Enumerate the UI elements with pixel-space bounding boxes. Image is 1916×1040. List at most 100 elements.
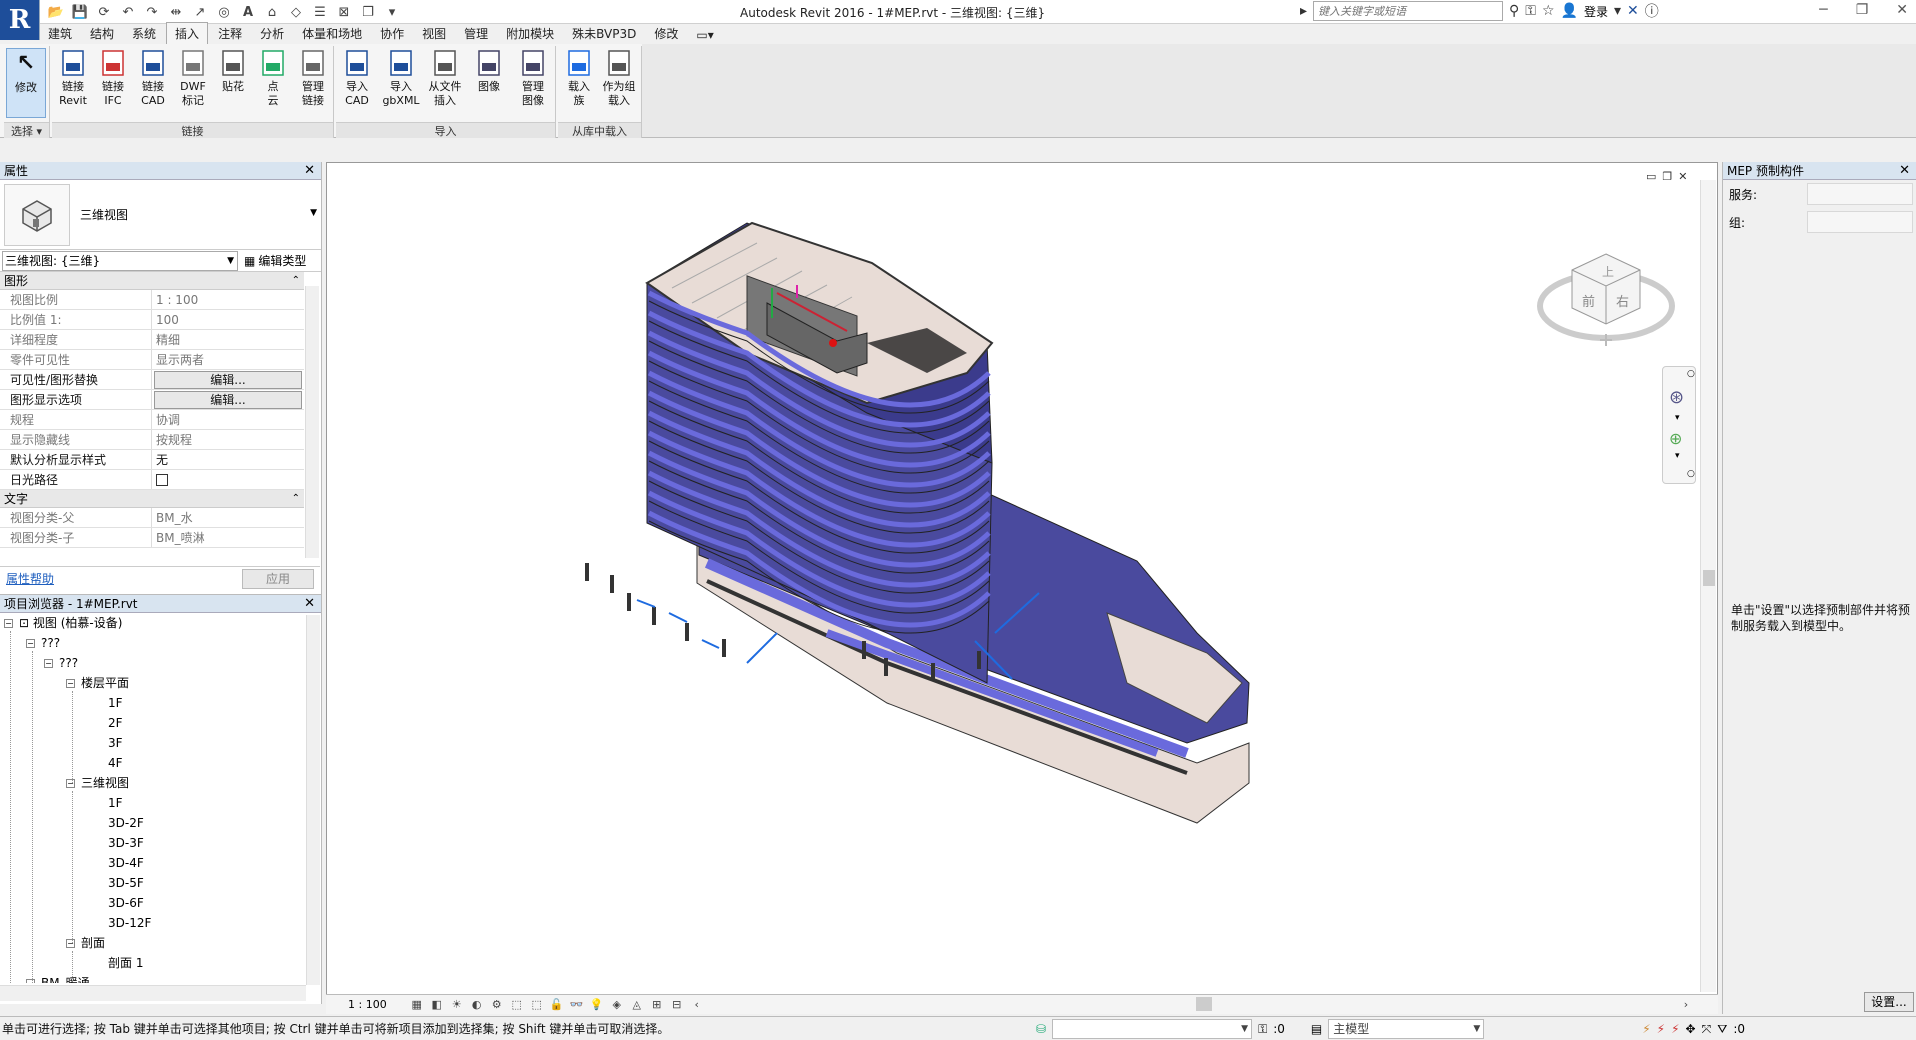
ribbon-button[interactable]: 管理 图像 xyxy=(514,48,552,120)
property-group-header[interactable]: 文字 ⌃ xyxy=(0,490,304,508)
property-value[interactable] xyxy=(152,470,304,489)
thin-lines-icon[interactable]: ☰ xyxy=(310,2,330,22)
open-icon[interactable]: 📂 xyxy=(46,2,66,22)
section-icon[interactable]: ◇ xyxy=(286,2,306,22)
collapse-icon[interactable]: ⌃ xyxy=(292,272,300,290)
chevron-down-icon[interactable]: ▾ xyxy=(1675,451,1680,461)
view-scale[interactable]: 1 : 100 xyxy=(348,998,387,1011)
close-icon[interactable]: ✕ xyxy=(304,162,315,180)
close-icon[interactable]: ✕ xyxy=(304,595,315,613)
app-menu-button[interactable]: R xyxy=(0,0,40,40)
tree-leaf[interactable]: 3D-6F xyxy=(108,893,144,913)
edit-type-button[interactable]: ▦ 编辑类型 xyxy=(244,252,306,269)
close-icon[interactable]: ✕ xyxy=(1896,2,1908,18)
editing-requests-icon[interactable]: ⚿ xyxy=(1258,1022,1267,1037)
crop-view-icon[interactable]: ⬚ xyxy=(509,998,525,1012)
design-options-icon[interactable]: ▤ xyxy=(1311,1022,1322,1036)
tree-node-3d-views[interactable]: − 三维视图 xyxy=(66,773,129,793)
ribbon-button[interactable]: 贴花 xyxy=(214,48,252,120)
detail-level-icon[interactable]: ▦ xyxy=(409,998,425,1012)
help-icon[interactable]: ⓘ xyxy=(1645,1,1659,21)
settings-button[interactable]: 设置... xyxy=(1864,992,1914,1012)
highlight-displacement-icon[interactable]: ⊞ xyxy=(649,998,665,1012)
tree-leaf[interactable]: 3D-2F xyxy=(108,813,144,833)
zoom-icon[interactable]: ⊕ xyxy=(1669,429,1682,448)
constraints-icon[interactable]: ⊟ xyxy=(669,998,685,1012)
analytical-model-icon[interactable]: ◬ xyxy=(629,998,645,1012)
select-by-face-icon[interactable]: ✥ xyxy=(1686,1022,1696,1036)
tree-leaf[interactable]: 3D-3F xyxy=(108,833,144,853)
ribbon-tab[interactable]: 插入 xyxy=(166,22,209,44)
collapse-icon[interactable]: − xyxy=(66,779,75,788)
collapse-icon[interactable]: ⌃ xyxy=(292,490,300,508)
select-underlay-icon[interactable]: ⚡ xyxy=(1657,1022,1665,1036)
instance-filter-dropdown[interactable]: 三维视图: {三维} ▼ xyxy=(2,250,238,271)
ribbon-button[interactable]: 导入 gbXML xyxy=(382,48,420,120)
restore-icon[interactable]: ❐ xyxy=(1856,2,1869,18)
browser-horizontal-scrollbar[interactable] xyxy=(0,985,306,1001)
visual-style-icon[interactable]: ◧ xyxy=(429,998,445,1012)
tag-icon[interactable]: ◎ xyxy=(214,2,234,22)
close-icon[interactable]: ○ xyxy=(1687,369,1695,379)
tree-leaf[interactable]: 4F xyxy=(108,753,123,773)
tree-node-bm[interactable]: −BM_暖通 xyxy=(26,973,90,983)
ribbon-tab[interactable]: 体量和场地 xyxy=(294,23,370,44)
minimize-ribbon-icon[interactable]: ▭▾ xyxy=(688,26,721,44)
design-option-dropdown[interactable]: 主模型 ▼ xyxy=(1328,1019,1485,1039)
unlock-view-icon[interactable]: 🔓 xyxy=(549,998,565,1012)
property-value[interactable]: 无 xyxy=(152,450,304,469)
filter-icon[interactable]: ⛛ xyxy=(1717,1022,1727,1037)
tree-node-floor-plans[interactable]: − 楼层平面 xyxy=(66,673,129,693)
scroll-left-icon[interactable]: ‹ xyxy=(689,998,705,1012)
properties-scrollbar[interactable] xyxy=(305,286,319,558)
close-icon[interactable]: ✕ xyxy=(1899,162,1910,180)
hide-isolate-icon[interactable]: 👓 xyxy=(569,998,585,1012)
show-crop-icon[interactable]: ⬚ xyxy=(529,998,545,1012)
render-icon[interactable]: ⚙ xyxy=(489,998,505,1012)
text-icon[interactable]: A xyxy=(238,2,258,22)
ribbon-button[interactable]: 管理 链接 xyxy=(294,48,332,120)
login-link[interactable]: 登录 xyxy=(1584,3,1608,20)
tree-node-views[interactable]: − ⊡ 视图 (柏慕-设备) xyxy=(4,613,122,633)
collapse-icon[interactable]: − xyxy=(4,619,13,628)
ribbon-tab[interactable]: 结构 xyxy=(82,23,122,44)
property-group-header[interactable]: 图形 ⌃ xyxy=(0,272,304,290)
close-icon[interactable]: ✕ xyxy=(1678,170,1687,183)
horizontal-scroll-thumb[interactable] xyxy=(1196,997,1212,1011)
switch-windows-icon[interactable]: ❐ xyxy=(358,2,378,22)
exchange-apps-icon[interactable]: ✕ xyxy=(1627,3,1639,19)
group-dropdown[interactable] xyxy=(1807,211,1913,233)
redo-icon[interactable]: ↷ xyxy=(142,2,162,22)
tree-leaf[interactable]: 1F xyxy=(108,693,123,713)
ribbon-tab[interactable]: 协作 xyxy=(372,23,412,44)
sync-icon[interactable]: ⟳ xyxy=(94,2,114,22)
temp-view-props-icon[interactable]: ◈ xyxy=(609,998,625,1012)
steering-wheel-icon[interactable]: ⊛ xyxy=(1669,387,1684,408)
drag-on-selection-icon[interactable]: ⤧ xyxy=(1702,1022,1712,1037)
shadows-icon[interactable]: ◐ xyxy=(469,998,485,1012)
tree-leaf[interactable]: 3F xyxy=(108,733,123,753)
favorites-star-icon[interactable]: ☆ xyxy=(1542,3,1555,19)
tree-leaf[interactable]: 3D-12F xyxy=(108,913,151,933)
minimize-icon[interactable]: ─ xyxy=(1819,2,1827,18)
collapse-icon[interactable]: − xyxy=(26,639,35,648)
ribbon-tab[interactable]: 管理 xyxy=(456,23,496,44)
browser-vertical-scrollbar[interactable] xyxy=(306,615,320,985)
tree-node[interactable]: −??? xyxy=(26,633,60,653)
canvas-vertical-scrollbar[interactable] xyxy=(1700,180,1716,992)
ribbon-button[interactable]: 链接 CAD xyxy=(134,48,172,120)
collapse-icon[interactable]: − xyxy=(66,679,75,688)
tree-leaf[interactable]: 3D-4F xyxy=(108,853,144,873)
minimize-icon[interactable]: ▭ xyxy=(1646,170,1656,183)
select-links-icon[interactable]: ⚡ xyxy=(1642,1022,1650,1036)
qat-dropdown-icon[interactable]: ▾ xyxy=(382,2,402,22)
ribbon-button[interactable]: 链接 IFC xyxy=(94,48,132,120)
tree-leaf[interactable]: 剖面 1 xyxy=(108,953,143,973)
tree-leaf[interactable]: 3D-5F xyxy=(108,873,144,893)
tree-node[interactable]: −??? xyxy=(44,653,78,673)
collapse-icon[interactable]: − xyxy=(26,979,35,983)
ribbon-button[interactable]: 从文件 插入 xyxy=(426,48,464,120)
user-icon[interactable]: 👤 xyxy=(1561,3,1578,19)
modify-button[interactable]: ↖ 修改 xyxy=(6,48,46,118)
scroll-thumb[interactable] xyxy=(1703,570,1715,586)
